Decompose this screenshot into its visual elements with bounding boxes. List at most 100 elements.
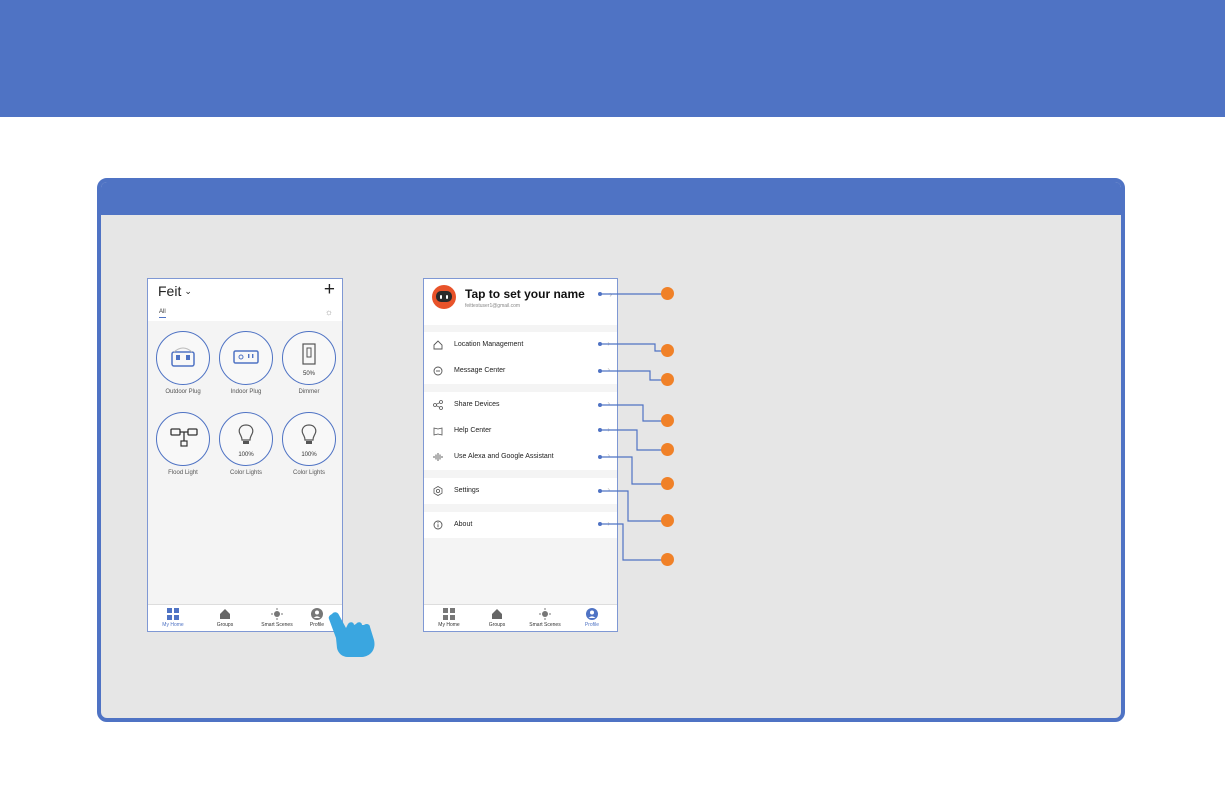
tab-label: Groups — [488, 622, 506, 628]
tab-profile[interactable]: Profile — [570, 608, 614, 628]
tab-groups[interactable]: Groups — [203, 608, 247, 628]
callout-badge — [661, 373, 674, 386]
bulb-icon: 100% — [282, 412, 336, 466]
bottom-tab-bar: My Home Groups Smart Scenes Profile — [424, 604, 617, 631]
outdoor-plug-icon — [156, 331, 210, 385]
chevron-right-icon: › — [607, 485, 610, 494]
callout-badge — [661, 553, 674, 566]
menu-item-location-management[interactable]: Location Management › — [424, 332, 617, 358]
menu-item-settings[interactable]: Settings › — [424, 478, 617, 504]
profile-icon — [311, 608, 323, 620]
chevron-down-icon: ⌄ — [184, 286, 192, 296]
menu-group-settings: Settings › — [424, 478, 617, 504]
chevron-right-icon: › — [607, 339, 610, 348]
menu-item-help-center[interactable]: Help Center › — [424, 418, 617, 444]
device-tile-outdoor-plug[interactable]: Outdoor Plug — [152, 331, 214, 395]
tab-label: Smart Scenes — [529, 622, 561, 628]
house-icon — [220, 609, 230, 619]
indoor-plug-icon — [219, 331, 273, 385]
chevron-right-icon: › — [607, 365, 610, 374]
tab-label: Smart Scenes — [261, 622, 293, 628]
menu-item-label: Use Alexa and Google Assistant — [454, 453, 554, 460]
callout-badge — [661, 443, 674, 456]
tab-label: Groups — [216, 622, 234, 628]
callout-badge — [661, 414, 674, 427]
device-tile-flood-light[interactable]: Flood Light — [152, 412, 214, 476]
menu-item-about[interactable]: About › — [424, 512, 617, 538]
menu-item-label: Location Management — [454, 341, 524, 348]
bottom-tab-bar: My Home Groups Smart Scenes Profile — [148, 604, 342, 631]
menu-item-label: Message Center — [454, 367, 506, 374]
device-percent: 100% — [301, 452, 317, 458]
sun-icon — [271, 608, 283, 620]
profile-name: Tap to set your name — [465, 287, 585, 301]
tab-my-home[interactable]: My Home — [151, 608, 195, 628]
settings-icon — [433, 486, 443, 496]
menu-item-label: Share Devices — [454, 401, 500, 408]
grid-icon — [443, 608, 455, 620]
info-icon — [433, 520, 443, 530]
home-header: Feit ⌄ + All ☼ — [148, 279, 342, 321]
menu-item-label: Settings — [454, 487, 480, 494]
chevron-right-icon: › — [607, 425, 610, 434]
tab-label: Profile — [584, 622, 600, 628]
menu-item-alexa-google[interactable]: Use Alexa and Google Assistant › — [424, 444, 617, 470]
tab-label: My Home — [438, 622, 460, 628]
callout-badge — [661, 287, 674, 300]
flood-light-icon — [156, 412, 210, 466]
avatar — [432, 285, 456, 309]
tab-groups[interactable]: Groups — [475, 608, 519, 628]
device-tile-color-lights-2[interactable]: 100% Color Lights — [278, 412, 340, 476]
chevron-right-icon: › — [607, 451, 610, 460]
tab-my-home[interactable]: My Home — [427, 608, 471, 628]
tab-smart-scenes[interactable]: Smart Scenes — [523, 608, 567, 628]
callout-badge — [661, 477, 674, 490]
chevron-right-icon: › — [607, 399, 610, 408]
device-name: Dimmer — [298, 389, 320, 395]
book-icon — [433, 427, 443, 436]
sun-icon — [539, 608, 551, 620]
phone-profile-screen: Tap to set your name feittestuser1@gmail… — [423, 278, 618, 632]
tab-all[interactable]: All — [159, 309, 166, 318]
callout-badge — [661, 514, 674, 527]
pointing-hand-icon — [328, 612, 375, 657]
tab-label: My Home — [162, 622, 184, 628]
device-name: Flood Light — [168, 470, 198, 476]
device-percent: 100% — [238, 452, 254, 458]
profile-header[interactable]: Tap to set your name feittestuser1@gmail… — [424, 279, 617, 325]
device-name: Indoor Plug — [230, 389, 262, 395]
share-icon — [433, 400, 443, 410]
menu-group-sharing: Share Devices › Help Center › Use Alexa … — [424, 392, 617, 470]
home-selector[interactable]: Feit ⌄ — [158, 283, 192, 299]
room-settings-icon[interactable]: ☼ — [325, 307, 333, 317]
top-banner — [0, 0, 1225, 117]
device-name: Outdoor Plug — [165, 389, 201, 395]
voice-icon — [433, 453, 443, 461]
menu-group-location: Location Management › Message Center › — [424, 332, 617, 384]
menu-item-message-center[interactable]: Message Center › — [424, 358, 617, 384]
device-tile-dimmer[interactable]: 50% Dimmer — [278, 331, 340, 395]
profile-email: feittestuser1@gmail.com — [465, 303, 521, 309]
device-tile-color-lights-1[interactable]: 100% Color Lights — [215, 412, 277, 476]
dimmer-icon: 50% — [282, 331, 336, 385]
menu-item-share-devices[interactable]: Share Devices › — [424, 392, 617, 418]
panel-header-bar — [101, 182, 1121, 215]
device-name: Color Lights — [229, 470, 262, 476]
device-name: Color Lights — [292, 470, 325, 476]
phone-home-screen: Feit ⌄ + All ☼ Outdoor Plug Indoor Plug 5… — [147, 278, 343, 632]
chevron-right-icon: › — [609, 290, 612, 299]
tab-smart-scenes[interactable]: Smart Scenes — [255, 608, 299, 628]
house-icon — [492, 609, 502, 619]
menu-item-label: About — [454, 521, 473, 528]
menu-item-label: Help Center — [454, 427, 492, 434]
callout-badge — [661, 344, 674, 357]
message-icon — [433, 366, 443, 376]
add-device-button[interactable]: + — [324, 280, 335, 300]
profile-icon — [586, 608, 598, 620]
device-percent: 50% — [302, 371, 315, 377]
home-outline-icon — [433, 340, 443, 350]
bulb-icon: 100% — [219, 412, 273, 466]
home-title: Feit — [158, 283, 182, 299]
device-tile-indoor-plug[interactable]: Indoor Plug — [215, 331, 277, 395]
chevron-right-icon: › — [607, 519, 610, 528]
